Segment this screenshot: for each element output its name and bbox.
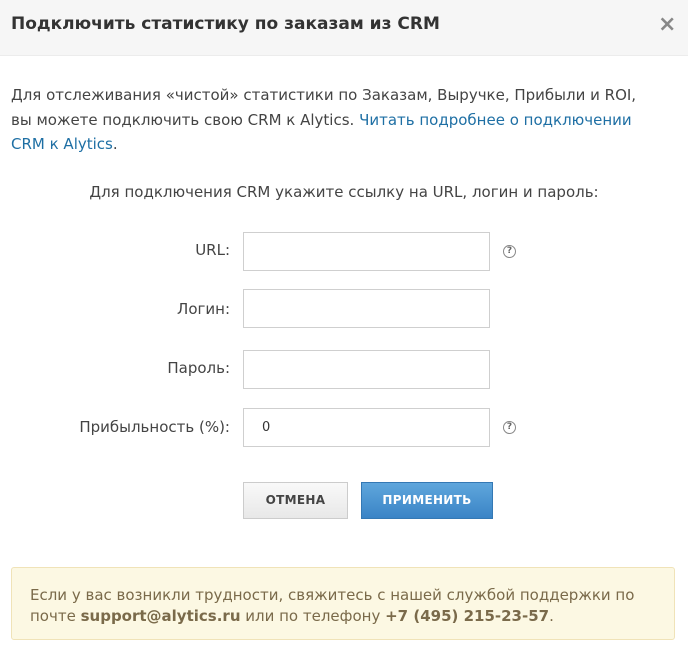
- intro-text: Для отслеживания «чистой» статистики по …: [11, 83, 651, 157]
- profit-label: Прибыльность (%):: [79, 418, 230, 436]
- dialog-header: Подключить статистику по заказам из CRM …: [0, 0, 688, 56]
- password-label: Пароль:: [167, 359, 230, 377]
- form-subtitle: Для подключения CRM укажите ссылку на UR…: [89, 183, 599, 201]
- url-help-icon[interactable]: ?: [503, 245, 516, 258]
- url-label: URL:: [195, 241, 230, 259]
- apply-button[interactable]: ПРИМЕНИТЬ: [361, 482, 493, 519]
- profit-input[interactable]: [243, 408, 490, 447]
- password-input[interactable]: [243, 350, 490, 389]
- notice-text-end: .: [549, 606, 554, 625]
- url-input[interactable]: [243, 232, 490, 271]
- close-icon[interactable]: ×: [658, 13, 676, 37]
- intro-text-end: .: [112, 135, 118, 153]
- profit-help-icon[interactable]: ?: [503, 421, 516, 434]
- notice-text-2: или по телефону: [240, 606, 386, 625]
- support-email: support@alytics.ru: [80, 606, 241, 625]
- login-input[interactable]: [243, 289, 490, 328]
- support-notice: Если у вас возникли трудности, свяжитесь…: [11, 567, 675, 640]
- support-phone: +7 (495) 215-23-57: [385, 606, 550, 625]
- dialog-title: Подключить статистику по заказам из CRM: [11, 14, 440, 34]
- login-label: Логин:: [177, 300, 230, 318]
- cancel-button[interactable]: ОТМЕНА: [243, 482, 348, 519]
